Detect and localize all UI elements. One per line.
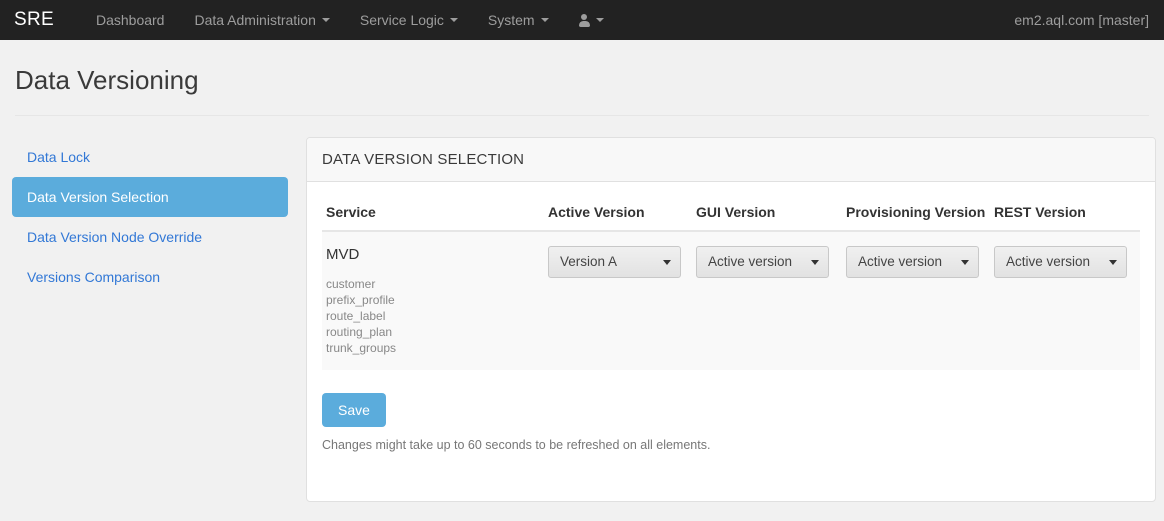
server-label: em2.aql.com [master] — [1014, 12, 1149, 28]
page-title: Data Versioning — [15, 65, 199, 95]
save-button[interactable]: Save — [322, 392, 386, 427]
table-head: Service Active Version GUI Version Provi… — [322, 195, 1140, 232]
top-navbar: SRE Dashboard Data Administration Servic… — [0, 0, 1164, 40]
gui-version-select-value: Active version — [708, 253, 793, 269]
column-header-rest-version: REST Version — [990, 195, 1140, 232]
service-item: prefix_profile — [326, 292, 395, 307]
table-body: MVD customer prefix_profile route_label … — [322, 230, 1140, 371]
versions-table: Service Active Version GUI Version Provi… — [322, 195, 1140, 371]
panel-wrapper: DATA VERSION SELECTION Service Active Ve… — [288, 116, 1156, 502]
chevron-down-icon — [663, 259, 671, 265]
content-area: Data Lock Data Version Selection Data Ve… — [0, 116, 1164, 502]
column-header-active-version: Active Version — [544, 195, 692, 232]
data-version-selection-panel: DATA VERSION SELECTION Service Active Ve… — [306, 136, 1156, 502]
active-version-select[interactable]: Version A — [548, 245, 681, 278]
table-header-row: Service Active Version GUI Version Provi… — [322, 195, 1140, 232]
nav-links: Dashboard Data Administration Service Lo… — [81, 0, 619, 40]
user-icon — [578, 13, 590, 27]
chevron-down-icon — [961, 259, 969, 265]
nav-item-service-logic[interactable]: Service Logic — [345, 0, 473, 40]
sidebar-item-data-version-node-override[interactable]: Data Version Node Override — [12, 217, 288, 257]
chevron-down-icon — [1109, 259, 1117, 265]
table-row: MVD customer prefix_profile route_label … — [322, 230, 1140, 371]
chevron-down-icon — [811, 259, 819, 265]
panel-actions: Save Changes might take up to 60 seconds… — [322, 392, 1140, 453]
rest-version-select[interactable]: Active version — [994, 245, 1127, 278]
column-header-provisioning-version: Provisioning Version — [842, 195, 990, 232]
sidebar: Data Lock Data Version Selection Data Ve… — [12, 116, 288, 297]
nav-item-label: Data Administration — [194, 12, 316, 28]
gui-version-select[interactable]: Active version — [696, 245, 829, 278]
column-header-service: Service — [322, 195, 544, 232]
cell-rest-version: Active version — [990, 230, 1140, 371]
nav-item-data-administration[interactable]: Data Administration — [179, 0, 344, 40]
save-help-text: Changes might take up to 60 seconds to b… — [322, 437, 711, 452]
nav-item-label: Dashboard — [95, 12, 165, 28]
chevron-down-icon — [595, 18, 604, 22]
sidebar-item-data-version-selection[interactable]: Data Version Selection — [12, 176, 288, 217]
provisioning-version-select-value: Active version — [858, 253, 943, 269]
nav-item-dashboard[interactable]: Dashboard — [81, 0, 180, 40]
service-item: routing_plan — [326, 324, 393, 339]
cell-active-version: Version A — [544, 230, 692, 371]
sidebar-item-versions-comparison[interactable]: Versions Comparison — [12, 257, 288, 297]
chevron-down-icon — [321, 18, 330, 22]
service-name: MVD — [326, 245, 360, 263]
nav-item-user-menu[interactable] — [564, 0, 619, 40]
cell-service: MVD customer prefix_profile route_label … — [322, 230, 544, 371]
nav-item-label: System — [487, 12, 535, 28]
nav-item-label: Service Logic — [359, 12, 444, 28]
chevron-down-icon — [449, 18, 458, 22]
service-item: trunk_groups — [326, 340, 397, 355]
panel-heading: DATA VERSION SELECTION — [307, 137, 1155, 182]
cell-provisioning-version: Active version — [842, 230, 990, 371]
service-item: route_label — [326, 308, 386, 323]
sidebar-item-data-lock[interactable]: Data Lock — [12, 137, 288, 177]
nav-item-system[interactable]: System — [473, 0, 564, 40]
chevron-down-icon — [540, 18, 549, 22]
column-header-gui-version: GUI Version — [692, 195, 842, 232]
panel-body: Service Active Version GUI Version Provi… — [307, 182, 1155, 471]
brand-logo[interactable]: SRE — [0, 0, 69, 40]
cell-gui-version: Active version — [692, 230, 842, 371]
page-header: Data Versioning — [0, 40, 1164, 116]
provisioning-version-select[interactable]: Active version — [846, 245, 979, 278]
rest-version-select-value: Active version — [1006, 253, 1091, 269]
service-item: customer — [326, 276, 376, 291]
active-version-select-value: Version A — [560, 253, 618, 269]
